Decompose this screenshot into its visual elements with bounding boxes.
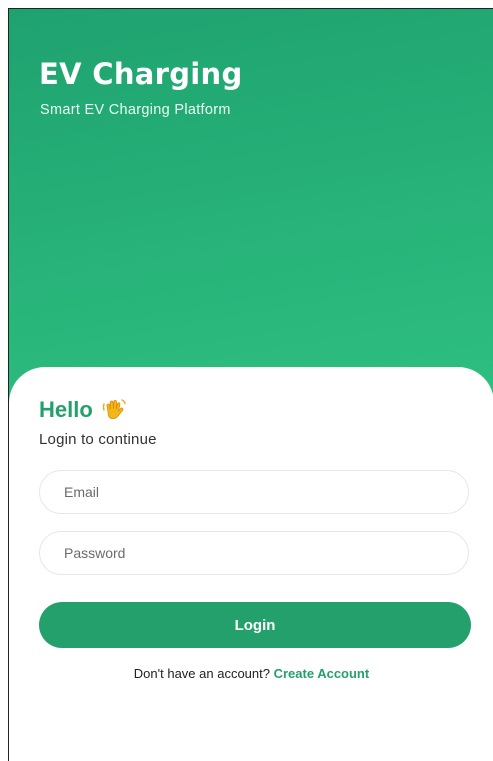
login-hint: Login to continue <box>39 431 157 448</box>
greeting-text: Hello <box>39 397 93 422</box>
signup-row: Don't have an account? Create Account <box>9 666 493 681</box>
app-screen: EV Charging Smart EV Charging Platform H… <box>8 8 493 761</box>
email-field[interactable] <box>39 470 469 514</box>
header-banner: EV Charging Smart EV Charging Platform <box>9 9 493 409</box>
waving-hand-icon <box>102 399 126 420</box>
greeting-heading: Hello <box>39 397 127 423</box>
create-account-link[interactable]: Create Account <box>274 666 370 681</box>
app-subtitle: Smart EV Charging Platform <box>40 102 231 118</box>
signup-prompt: Don't have an account? <box>133 666 270 681</box>
login-button[interactable]: Login <box>39 602 471 648</box>
app-title: EV Charging <box>39 57 243 91</box>
password-field[interactable] <box>39 531 469 575</box>
